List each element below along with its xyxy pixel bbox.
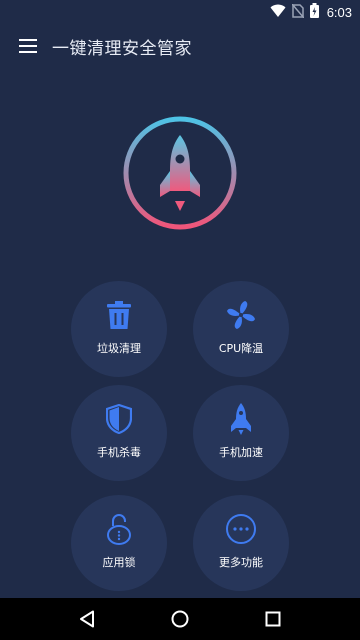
back-button[interactable] (65, 598, 109, 640)
status-time: 6:03 (326, 4, 352, 20)
trash-icon (107, 301, 131, 329)
menu-icon (19, 39, 37, 53)
junk-clean-button[interactable]: 垃圾清理 (71, 281, 167, 377)
shield-icon (106, 404, 132, 434)
more-icon (226, 514, 256, 544)
app-title: 一键清理安全管家 (52, 38, 192, 59)
recents-icon (265, 611, 281, 627)
lock-icon (107, 514, 131, 545)
back-icon (79, 610, 94, 628)
wifi-icon (270, 3, 286, 22)
app-bar: 一键清理安全管家 (0, 24, 360, 68)
phone-boost-button[interactable]: 手机加速 (193, 385, 289, 481)
battery-icon (309, 2, 319, 22)
cpu-cool-label: CPU降温 (218, 342, 264, 355)
antivirus-label: 手机杀毒 (97, 446, 141, 459)
rocket-icon (123, 116, 237, 230)
no-sim-icon (291, 3, 305, 22)
cpu-cool-button[interactable]: CPU降温 (193, 281, 289, 377)
fan-icon (227, 301, 255, 329)
boost-button[interactable] (122, 115, 238, 231)
more-features-button[interactable]: 更多功能 (193, 495, 289, 591)
status-bar: 6:03 (0, 0, 360, 24)
recents-button[interactable] (251, 598, 295, 640)
more-features-label: 更多功能 (219, 556, 263, 569)
navigation-bar (0, 598, 360, 640)
app-lock-label: 应用锁 (102, 556, 136, 569)
rocket-icon (231, 403, 251, 435)
phone-boost-label: 手机加速 (219, 446, 263, 459)
menu-button[interactable] (0, 24, 56, 68)
home-icon (171, 610, 189, 628)
app-lock-button[interactable]: 应用锁 (71, 495, 167, 591)
home-button[interactable] (158, 598, 202, 640)
antivirus-button[interactable]: 手机杀毒 (71, 385, 167, 481)
junk-clean-label: 垃圾清理 (97, 342, 141, 355)
